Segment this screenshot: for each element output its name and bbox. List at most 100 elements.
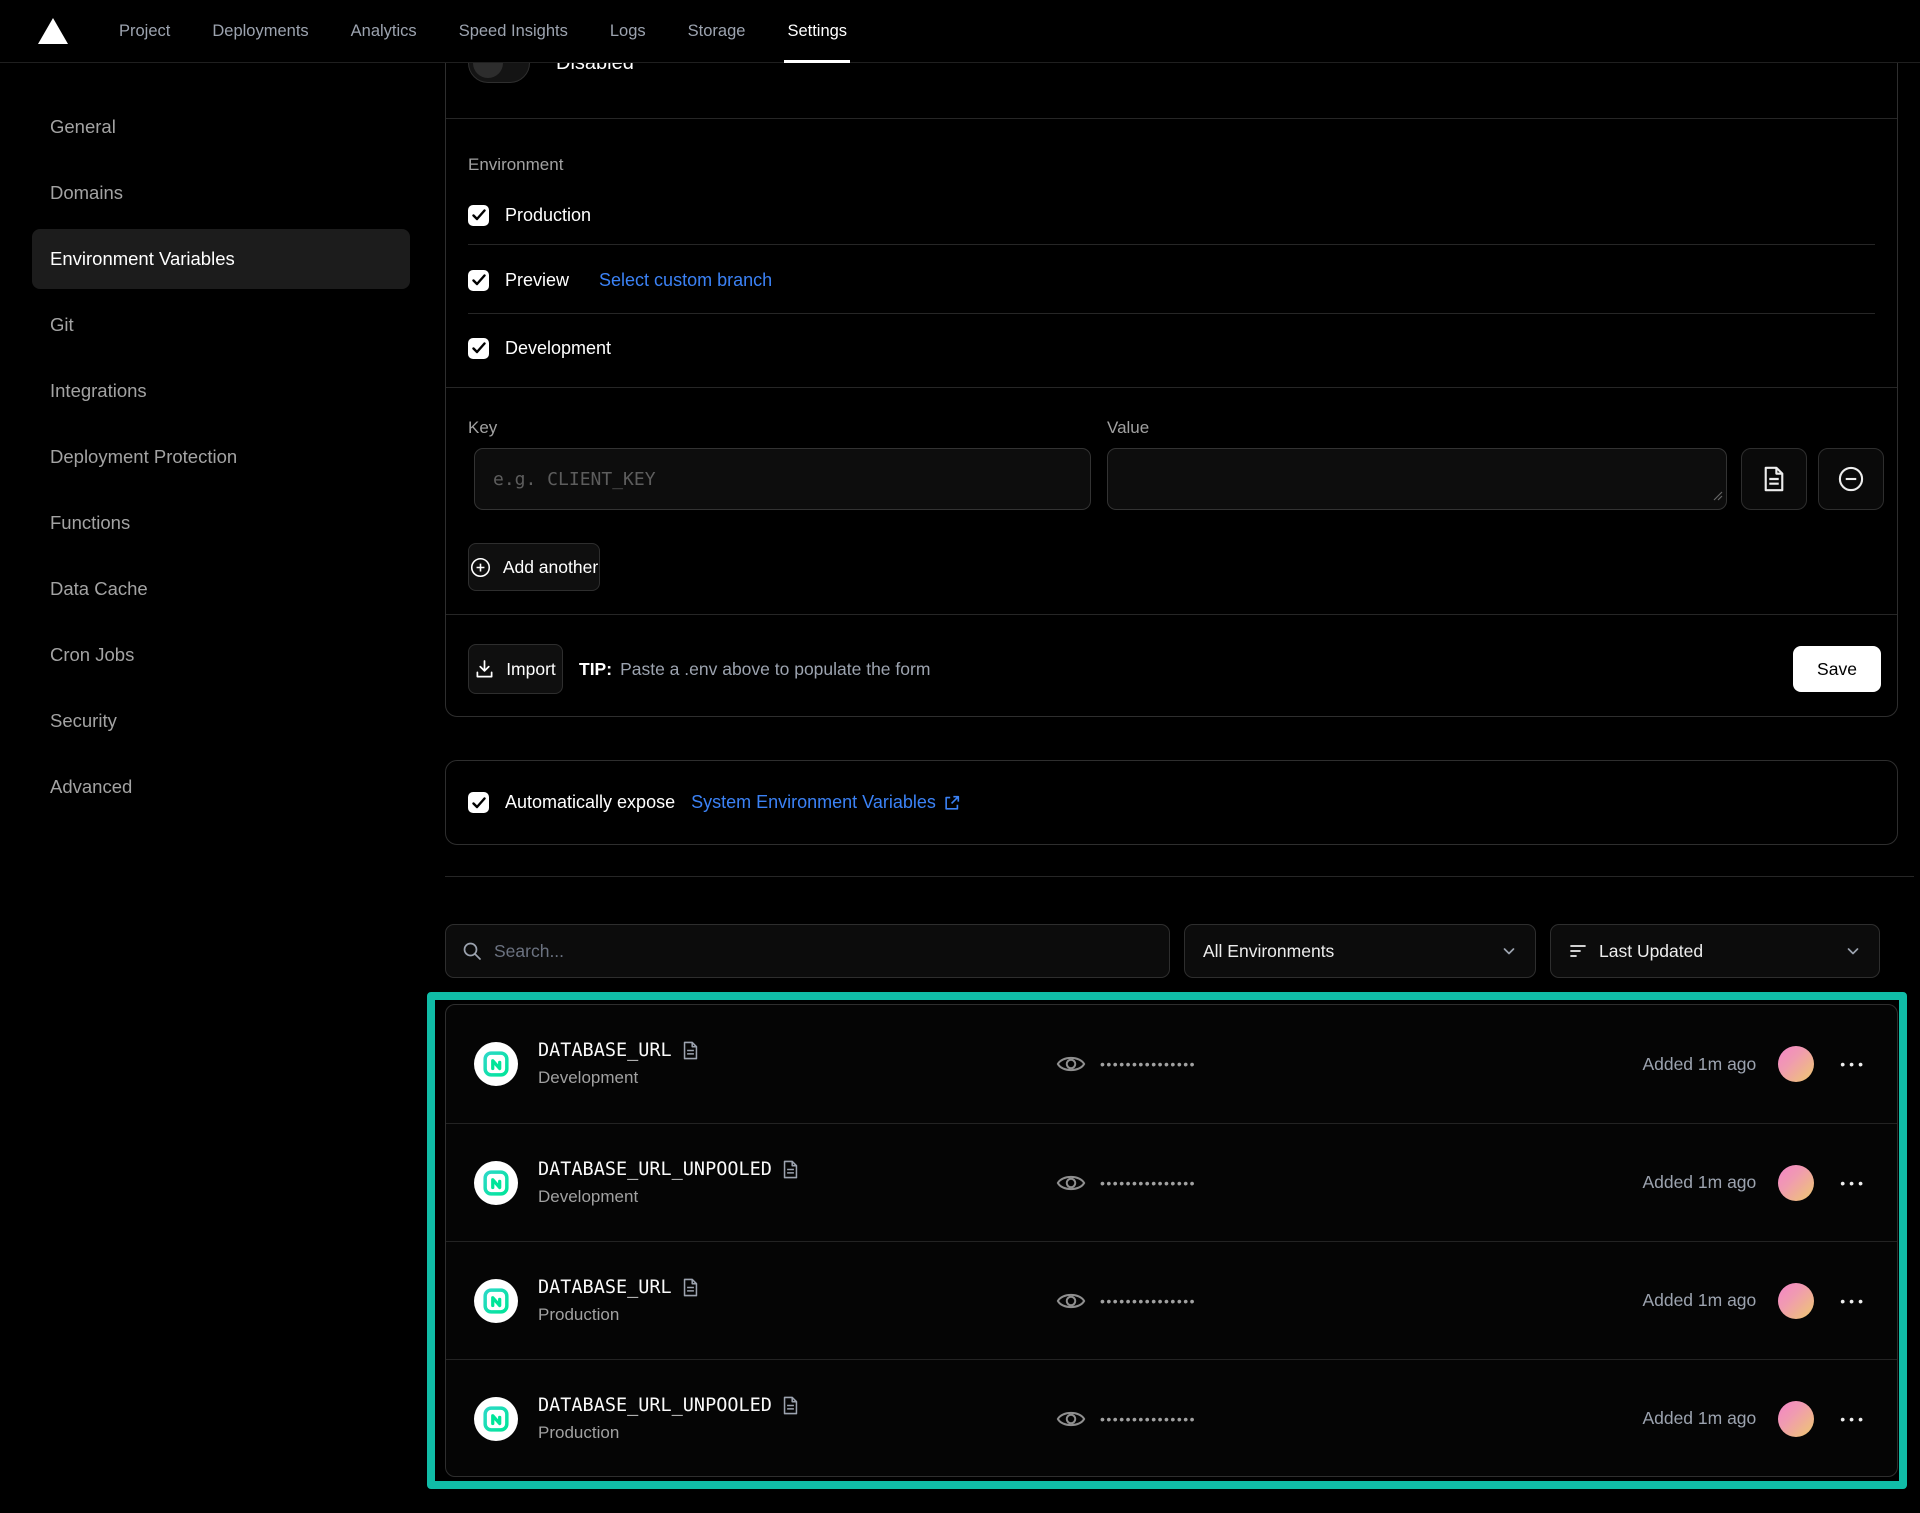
download-icon [475, 659, 494, 679]
environment-filter-dropdown[interactable]: All Environments [1184, 924, 1536, 978]
environment-section-title: Environment [468, 155, 563, 175]
sidebar-item-environment-variables[interactable]: Environment Variables [32, 229, 410, 289]
checkmark-icon [472, 209, 486, 221]
sidebar-item-cron-jobs[interactable]: Cron Jobs [32, 622, 410, 688]
env-variable-row[interactable]: DATABASE_URL Development [446, 1005, 1897, 1123]
neon-integration-icon [474, 1161, 518, 1205]
nav-item-analytics[interactable]: Analytics [330, 0, 438, 63]
nav-item-storage[interactable]: Storage [667, 0, 767, 63]
search-icon [462, 941, 482, 961]
production-checkbox[interactable] [468, 205, 489, 226]
select-custom-branch-link[interactable]: Select custom branch [599, 270, 772, 291]
development-label: Development [505, 338, 611, 359]
row-menu-button[interactable]: ••• [1840, 1056, 1867, 1072]
user-avatar [1778, 1401, 1814, 1437]
remove-row-button[interactable] [1818, 448, 1884, 510]
divider [446, 614, 1897, 615]
sidebar-item-integrations[interactable]: Integrations [32, 358, 410, 424]
masked-value: ••••••••••••••• [1100, 1175, 1196, 1191]
added-timestamp: Added 1m ago [1642, 1408, 1756, 1429]
row-menu-button[interactable]: ••• [1840, 1411, 1867, 1427]
divider [446, 118, 1897, 119]
import-button[interactable]: Import [468, 644, 563, 694]
variable-environment: Production [538, 1423, 799, 1443]
save-button[interactable]: Save [1793, 646, 1881, 692]
main-content: Disabled Environment Production Preview … [445, 0, 1914, 1513]
search-input[interactable] [494, 941, 1153, 962]
key-input[interactable] [475, 449, 1090, 509]
user-avatar [1778, 1165, 1814, 1201]
sort-icon [1569, 943, 1587, 959]
plus-circle-icon [470, 557, 491, 578]
nav-item-speed-insights[interactable]: Speed Insights [438, 0, 589, 63]
paste-env-button[interactable] [1741, 448, 1807, 510]
neon-integration-icon [474, 1042, 518, 1086]
production-row: Production [468, 187, 1875, 243]
nav-item-logs[interactable]: Logs [589, 0, 667, 63]
env-variable-row[interactable]: DATABASE_URL Production [446, 1241, 1897, 1359]
sidebar-item-security[interactable]: Security [32, 688, 410, 754]
env-variable-list: DATABASE_URL Development [445, 1004, 1898, 1477]
variable-environment: Development [538, 1187, 799, 1207]
neon-integration-icon [474, 1397, 518, 1441]
eye-icon[interactable] [1056, 1049, 1086, 1079]
sidebar-item-domains[interactable]: Domains [32, 160, 410, 226]
search-box [445, 924, 1170, 978]
variable-name: DATABASE_URL [538, 1277, 672, 1298]
vercel-logo-icon[interactable] [36, 16, 70, 46]
expose-checkbox[interactable] [468, 792, 489, 813]
value-input[interactable] [1108, 449, 1726, 509]
eye-icon[interactable] [1056, 1168, 1086, 1198]
value-input-wrap [1107, 448, 1727, 510]
row-menu-button[interactable]: ••• [1840, 1175, 1867, 1191]
eye-icon[interactable] [1056, 1286, 1086, 1316]
note-icon[interactable] [782, 1160, 799, 1179]
eye-icon[interactable] [1056, 1404, 1086, 1434]
value-label: Value [1107, 418, 1149, 438]
sort-value: Last Updated [1599, 941, 1703, 962]
note-icon[interactable] [682, 1041, 699, 1060]
sidebar-item-git[interactable]: Git [32, 292, 410, 358]
preview-checkbox[interactable] [468, 270, 489, 291]
add-another-button[interactable]: Add another [468, 543, 600, 591]
add-variable-card: Disabled Environment Production Preview … [445, 14, 1898, 717]
add-another-label: Add another [503, 557, 598, 578]
tip-text: TIP: Paste a .env above to populate the … [579, 644, 930, 694]
checkmark-icon [472, 342, 486, 354]
env-variable-row[interactable]: DATABASE_URL_UNPOOLED Production [446, 1359, 1897, 1477]
variable-environment: Production [538, 1305, 699, 1325]
chevron-down-icon [1501, 943, 1517, 959]
nav-item-project[interactable]: Project [98, 0, 191, 63]
sidebar-item-functions[interactable]: Functions [32, 490, 410, 556]
system-env-card: Automatically expose System Environment … [445, 760, 1898, 845]
divider [445, 876, 1914, 877]
sidebar-item-advanced[interactable]: Advanced [32, 754, 410, 820]
row-menu-button[interactable]: ••• [1840, 1293, 1867, 1309]
nav-item-settings[interactable]: Settings [766, 0, 868, 63]
sort-dropdown[interactable]: Last Updated [1550, 924, 1880, 978]
external-link-icon [943, 794, 961, 812]
divider [468, 244, 1875, 245]
sidebar-item-deployment-protection[interactable]: Deployment Protection [32, 424, 410, 490]
note-icon[interactable] [782, 1396, 799, 1415]
system-env-variables-link[interactable]: System Environment Variables [691, 792, 961, 813]
checkmark-icon [472, 274, 486, 286]
document-icon [1762, 466, 1786, 492]
nav-item-deployments[interactable]: Deployments [191, 0, 329, 63]
settings-sidebar: General Domains Environment Variables Gi… [32, 94, 410, 820]
sidebar-item-data-cache[interactable]: Data Cache [32, 556, 410, 622]
import-label: Import [506, 659, 556, 680]
env-variable-row[interactable]: DATABASE_URL_UNPOOLED Development [446, 1123, 1897, 1241]
user-avatar [1778, 1283, 1814, 1319]
resize-handle-icon[interactable] [1713, 488, 1723, 506]
production-label: Production [505, 205, 591, 226]
development-checkbox[interactable] [468, 338, 489, 359]
filter-row: All Environments Last Updated [445, 924, 1880, 978]
added-timestamp: Added 1m ago [1642, 1172, 1756, 1193]
divider [446, 387, 1897, 388]
user-avatar [1778, 1046, 1814, 1082]
note-icon[interactable] [682, 1278, 699, 1297]
sidebar-item-general[interactable]: General [32, 94, 410, 160]
environment-variables-page: Project Deployments Analytics Speed Insi… [0, 0, 1920, 1513]
preview-label: Preview [505, 270, 569, 291]
